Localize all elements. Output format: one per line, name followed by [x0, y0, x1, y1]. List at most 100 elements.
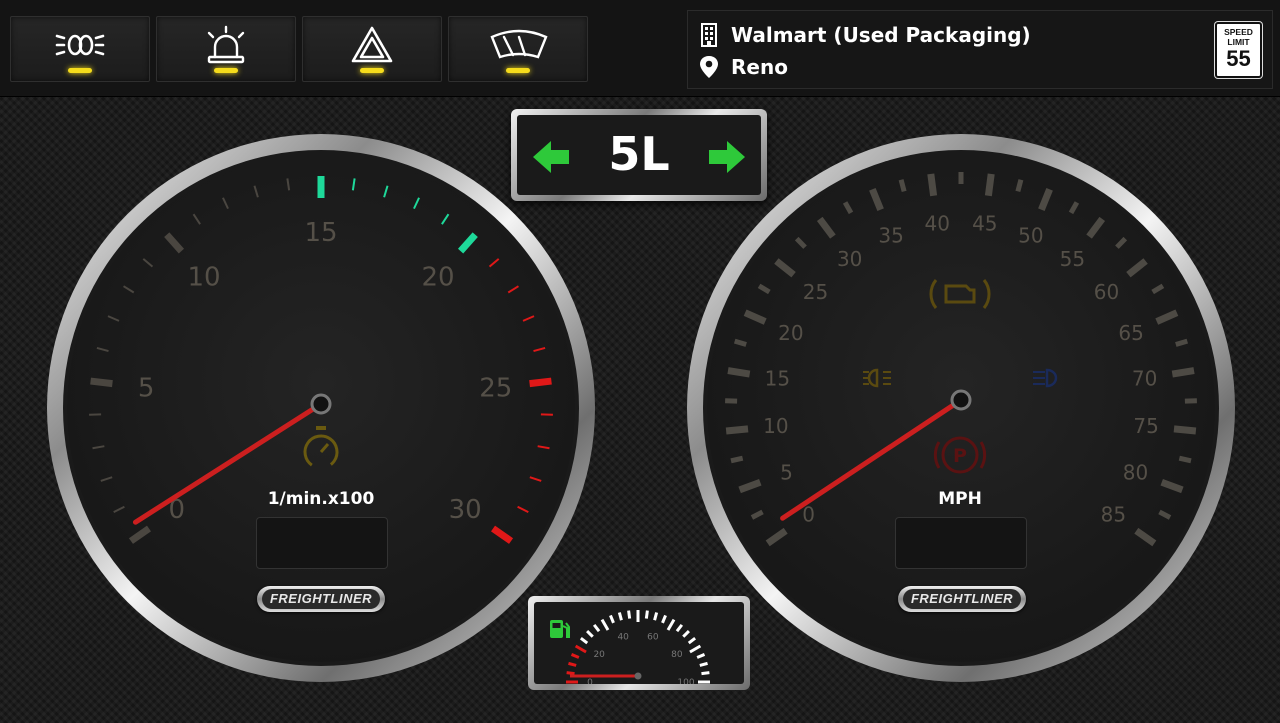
top-bar: Walmart (Used Packaging) Reno SPEED LIMI…: [0, 0, 1280, 97]
fuel-tick: [661, 614, 667, 624]
wipers-led: [506, 68, 530, 73]
speedometer-tick-label: 15: [765, 367, 790, 391]
fuel-tick: [574, 644, 587, 654]
fuel-tick-label: 20: [593, 650, 605, 660]
speedometer-tick-label: 85: [1101, 503, 1126, 527]
fuel-tick: [644, 610, 649, 619]
fuel-tick: [653, 612, 659, 621]
beacon-light-icon: [207, 25, 245, 64]
speedometer-tick: [984, 173, 995, 197]
fuel-tick: [701, 671, 710, 676]
speedometer-tick-label: 20: [778, 321, 803, 345]
building-icon: [701, 23, 717, 47]
fuel-tick: [600, 618, 610, 631]
speedometer-odometer-display: [895, 517, 1027, 569]
fuel-tick: [682, 630, 690, 638]
speedometer-tick-label: 25: [803, 280, 828, 304]
speedometer-hub: [950, 389, 972, 411]
fuel-tick-label: 40: [617, 632, 629, 642]
speedometer-brand-text: FREIGHTLINER: [903, 589, 1021, 609]
fuel-tick-label: 100: [677, 678, 694, 684]
fuel-tick: [609, 614, 615, 624]
location-pin-icon: [700, 56, 718, 78]
tachometer-tick-label: 30: [449, 495, 482, 525]
speedometer-tick: [1171, 367, 1195, 378]
speedometer-tick-label: 35: [878, 224, 903, 248]
fuel-tick: [570, 653, 580, 659]
speedometer-tick: [1173, 425, 1197, 435]
hazard-warning-icon: [351, 26, 393, 63]
beacon-led: [214, 68, 238, 73]
wipers-icon: [490, 29, 548, 59]
fuel-tick: [687, 636, 697, 645]
fuel-ticks: [566, 610, 710, 684]
fuel-tick: [666, 618, 676, 631]
fuel-tick: [699, 661, 708, 667]
speedometer-tick: [927, 173, 938, 197]
svg-text:P: P: [953, 445, 967, 467]
speedometer-tick-label: 10: [763, 414, 788, 438]
fuel-gauge: 0 20 40 60 80 100: [528, 596, 750, 690]
hazard-led: [360, 68, 384, 73]
fuel-tick: [592, 623, 601, 633]
tachometer-tick-label: 5: [138, 374, 155, 404]
parking-lights-icon: [863, 368, 891, 388]
tachometer-hub: [310, 393, 332, 415]
speedometer-tick-label: 60: [1094, 280, 1119, 304]
headlights-button[interactable]: [10, 16, 150, 82]
speedometer-tick: [727, 367, 751, 378]
company-row: Walmart (Used Packaging): [698, 21, 1031, 49]
company-name: Walmart (Used Packaging): [731, 23, 1031, 47]
speedometer-unit: MPH: [938, 489, 982, 509]
fuel-tick: [617, 612, 623, 621]
tachometer-unit: 1/min.x100: [267, 489, 375, 509]
speedometer-tick: [1015, 179, 1024, 192]
fuel-tick-label: 0: [587, 678, 593, 684]
speedometer-tick: [733, 338, 747, 347]
job-info-panel: Walmart (Used Packaging) Reno SPEED LIMI…: [687, 10, 1273, 89]
speedometer-tick-label: 70: [1132, 367, 1157, 391]
fuel-gauge-dial: 0 20 40 60 80 100: [550, 610, 710, 688]
fuel-tick: [696, 653, 706, 659]
speedometer-tick-label: 65: [1118, 321, 1143, 345]
city-name: Reno: [731, 55, 788, 79]
speedometer-tick-label: 50: [1018, 224, 1043, 248]
speedometer-tick: [1178, 455, 1192, 464]
tachometer-brand-badge: FREIGHTLINER: [257, 586, 385, 612]
fuel-tick: [627, 610, 632, 619]
speedometer-tick-label: 80: [1123, 461, 1148, 485]
fuel-tick-label: 60: [647, 632, 659, 642]
fuel-pump-icon: [550, 620, 570, 638]
speedometer-brand-badge: FREIGHTLINER: [898, 586, 1026, 612]
tachometer-tick-label: 20: [421, 263, 454, 293]
speedometer-tick-label: 75: [1133, 414, 1158, 438]
city-row: Reno: [698, 53, 788, 81]
headlights-icon: [55, 34, 105, 56]
fuel-needle-hub: [634, 672, 642, 680]
tachometer-odometer-display: [256, 517, 388, 569]
fuel-tick: [689, 644, 702, 654]
tachometer-tick-label: 25: [479, 374, 512, 404]
headlights-led: [68, 68, 92, 73]
fuel-tick: [586, 630, 594, 638]
fuel-tick: [568, 661, 577, 667]
speedometer-tick: [730, 455, 744, 464]
speedometer-tick-label: 30: [837, 247, 862, 271]
speedometer-tick: [898, 179, 907, 192]
speedometer-tick-label: 55: [1060, 247, 1085, 271]
fuel-tick-label: 80: [671, 650, 683, 660]
speedometer-tick: [725, 425, 749, 435]
speedometer-tick: [1175, 338, 1189, 347]
speed-limit-line1: SPEED: [1224, 27, 1253, 37]
fuel-tick: [675, 623, 684, 633]
beacon-button[interactable]: [156, 16, 296, 82]
fuel-tick: [579, 636, 589, 645]
hazard-button[interactable]: [302, 16, 442, 82]
wipers-button[interactable]: [448, 16, 588, 82]
speedometer-tick-label: 40: [924, 212, 949, 236]
speedometer-tick-label: 45: [972, 212, 997, 236]
speedometer-tick-label: 5: [780, 461, 793, 485]
tachometer-tick: [90, 377, 113, 388]
speed-limit-sign: SPEED LIMIT 55: [1215, 22, 1262, 78]
speed-limit-value: 55: [1226, 46, 1251, 71]
